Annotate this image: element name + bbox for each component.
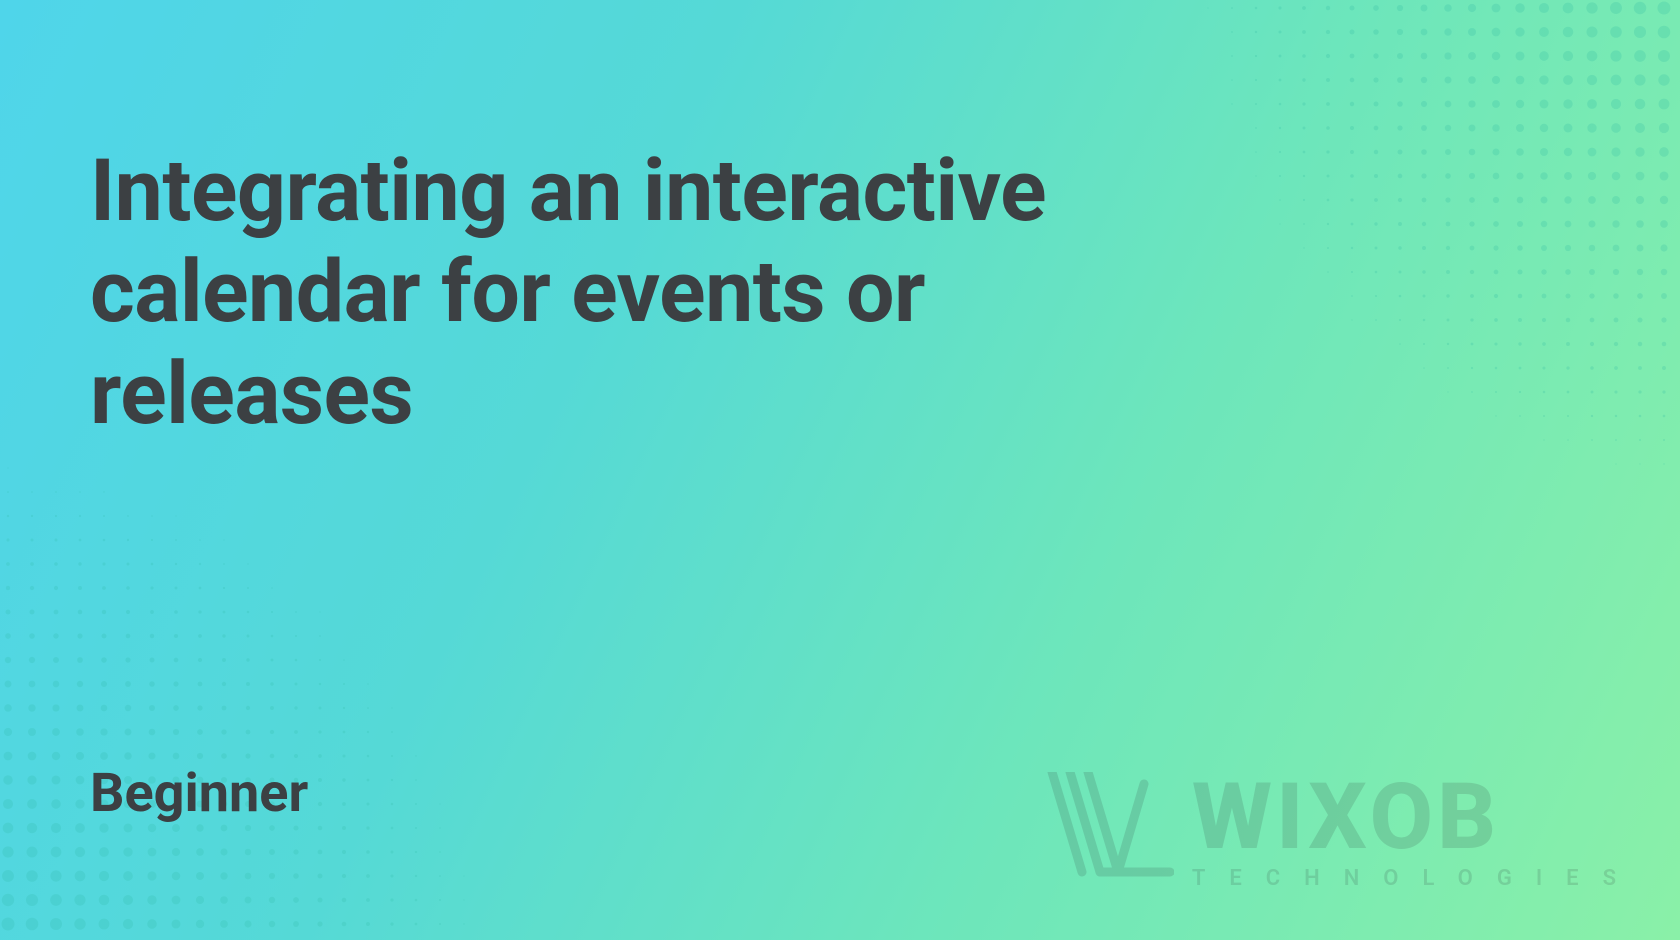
watermark-subtitle: TECHNOLOGIES (1192, 868, 1640, 890)
difficulty-level: Beginner (90, 762, 308, 825)
wixob-logo-icon (1044, 772, 1174, 877)
halftone-dots-top-right-icon (1160, 0, 1680, 520)
watermark-brand: WIXOB (1192, 772, 1640, 864)
slide-card: Integrating an interactive calendar for … (0, 0, 1680, 940)
halftone-dots-bottom-left-icon (0, 420, 520, 940)
brand-watermark: WIXOB TECHNOLOGIES (1044, 772, 1640, 890)
watermark-text: WIXOB TECHNOLOGIES (1192, 772, 1640, 890)
slide-title: Integrating an interactive calendar for … (90, 140, 1090, 444)
